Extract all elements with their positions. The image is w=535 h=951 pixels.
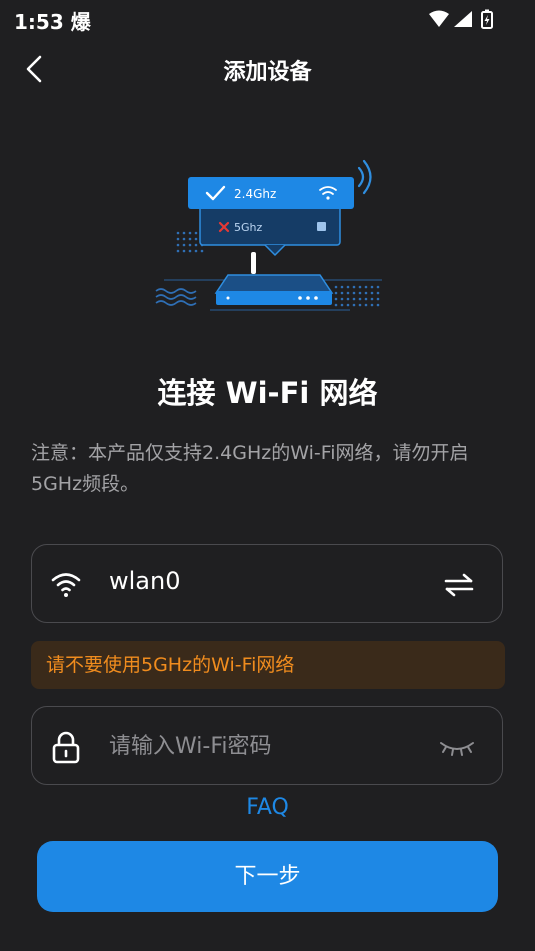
switch-network-button[interactable] [442, 571, 476, 599]
warning-banner: 请不要使用5GHz的Wi-Fi网络 [31, 641, 505, 689]
band-24-label: 2.4Ghz [234, 187, 276, 201]
wifi-icon [50, 570, 82, 602]
status-bar: 1:53 爆 [0, 0, 535, 36]
password-input[interactable] [109, 729, 409, 763]
next-button[interactable]: 下一步 [37, 841, 498, 912]
wifi-selector[interactable]: wlan0 [31, 544, 503, 623]
status-time: 1:53 爆 [14, 10, 91, 34]
wifi-signal-icon [429, 10, 449, 27]
battery-icon [481, 9, 493, 29]
eye-closed-icon [440, 742, 474, 756]
notice-text: 注意：本产品仅支持2.4GHz的Wi-Fi网络，请勿开启5GHz频段。 [31, 442, 469, 495]
swap-arrows-icon [444, 573, 474, 597]
router-illustration: 2.4Ghz 5Ghz [150, 155, 390, 315]
password-field[interactable] [31, 706, 503, 785]
band-5-label: 5Ghz [234, 221, 262, 234]
header: 添加设备 [0, 40, 535, 98]
section-title: 连接 Wi-Fi 网络 [157, 376, 378, 410]
lock-icon [50, 730, 82, 768]
page-title: 添加设备 [223, 60, 312, 85]
faq-link[interactable]: FAQ [0, 795, 535, 820]
toggle-password-visibility[interactable] [438, 737, 476, 759]
status-icons [427, 8, 497, 34]
wifi-ssid: wlan0 [109, 567, 181, 595]
cell-signal-icon [454, 11, 472, 27]
